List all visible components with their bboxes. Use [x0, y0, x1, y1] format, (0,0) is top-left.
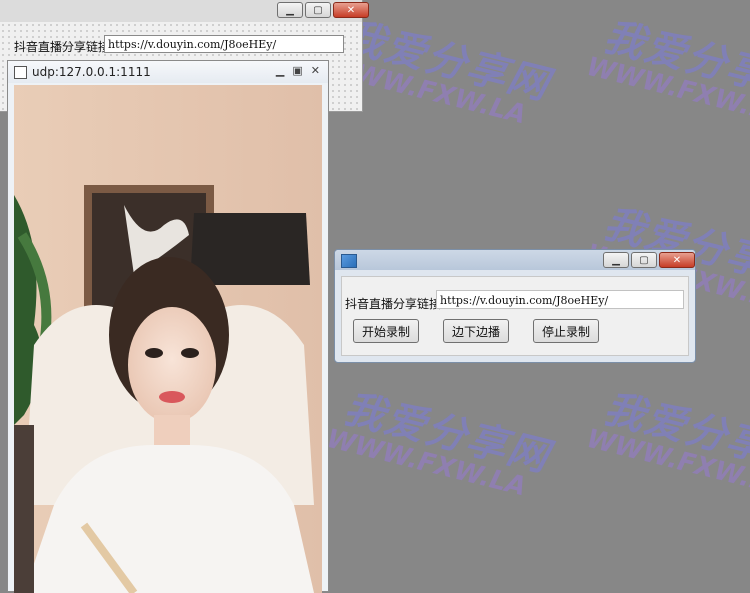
minimize-button[interactable]: ▁: [603, 252, 629, 268]
close-button[interactable]: ✕: [333, 2, 369, 18]
close-button[interactable]: ✕: [659, 252, 695, 268]
close-icon[interactable]: ✕: [311, 64, 320, 77]
watermark: 我爱分享网 WWW.FXW.LA: [583, 376, 750, 506]
watermark-cn: 我爱分享网: [339, 13, 555, 109]
minimize-icon[interactable]: ▁: [276, 64, 284, 77]
app-window: ▁ ▢ ✕ 抖音直播分享链接： https://v.douyin.com/J8o…: [334, 249, 696, 363]
app-titlebar[interactable]: ▁ ▢ ✕: [335, 250, 695, 270]
minimize-button[interactable]: ▁: [277, 2, 303, 18]
watermark-cn: 我爱分享网: [599, 385, 750, 481]
designer-titlebar[interactable]: ▁ ▢ ✕: [0, 0, 369, 22]
app-icon: [341, 254, 357, 268]
maximize-button[interactable]: ▢: [305, 2, 331, 18]
window-icon: [14, 66, 27, 79]
video-image: [14, 85, 322, 593]
video-frame: [14, 85, 322, 593]
watermark: 我爱分享网 WWW.FXW.LA: [583, 4, 750, 134]
stop-record-button[interactable]: 停止录制: [533, 319, 599, 343]
watermark-en: WWW.FXW.LA: [323, 423, 530, 503]
maximize-button[interactable]: ▢: [631, 252, 657, 268]
watermark: 我爱分享网 WWW.FXW.LA: [323, 376, 557, 506]
watermark-cn: 我爱分享网: [599, 13, 750, 109]
start-record-button[interactable]: 开始录制: [353, 319, 419, 343]
restore-icon[interactable]: ▣: [292, 64, 302, 77]
record-while-playing-button[interactable]: 边下边播: [443, 319, 509, 343]
video-titlebar[interactable]: udp:127.0.0.1:1111 ▁ ▣ ✕: [8, 61, 328, 83]
video-window: udp:127.0.0.1:1111 ▁ ▣ ✕: [7, 60, 329, 593]
link-input[interactable]: https://v.douyin.com/J8oeHEy/: [104, 35, 344, 53]
video-window-title: udp:127.0.0.1:1111: [32, 65, 151, 79]
app-client-area: 抖音直播分享链接： https://v.douyin.com/J8oeHEy/ …: [341, 276, 689, 356]
link-input[interactable]: https://v.douyin.com/J8oeHEy/: [436, 290, 684, 309]
watermark-en: WWW.FXW.LA: [583, 51, 750, 131]
watermark-en: WWW.FXW.LA: [583, 423, 750, 503]
watermark-cn: 我爱分享网: [339, 385, 555, 481]
watermark: 我爱分享网 WWW.FXW.LA: [323, 4, 557, 134]
